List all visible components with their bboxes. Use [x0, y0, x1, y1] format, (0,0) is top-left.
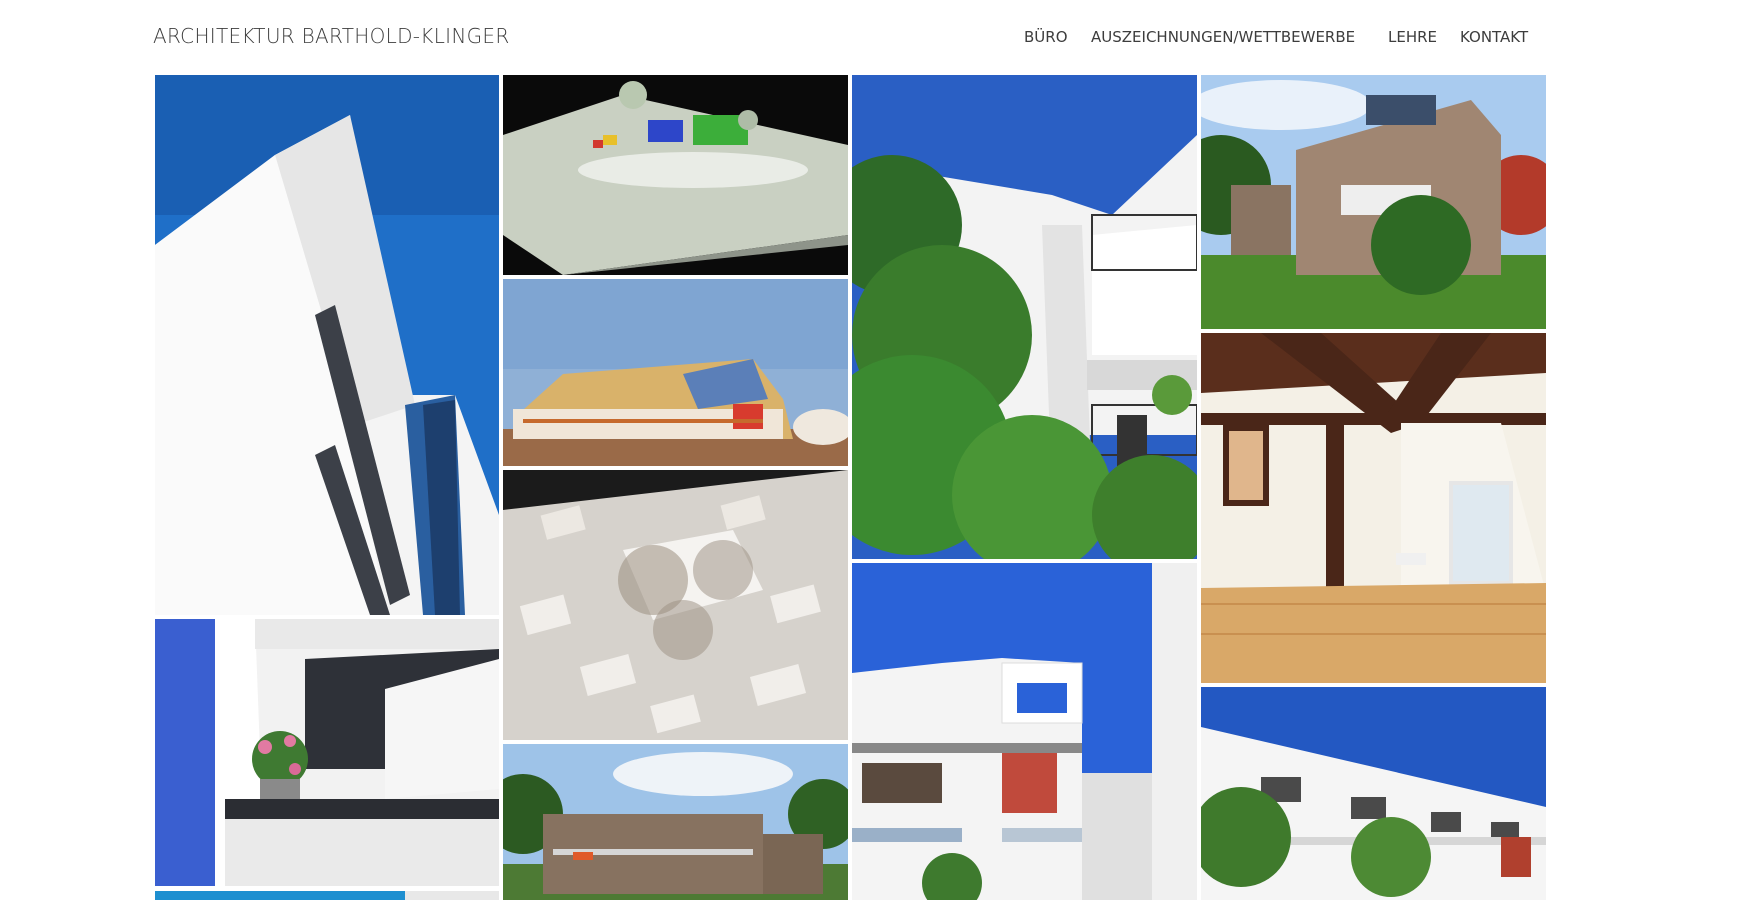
main-nav: BÜRO AUSZEICHNUNGEN/WETTBEWERBE LEHRE KO… — [0, 28, 1750, 52]
timber-interior-photo — [1201, 333, 1546, 683]
kindergarten-photo — [503, 279, 848, 466]
nav-item-kontakt[interactable]: KONTAKT — [1460, 28, 1528, 46]
white-building-photo — [155, 75, 499, 615]
nav-item-buero[interactable]: BÜRO — [1024, 28, 1068, 46]
site-model-photo — [503, 75, 848, 275]
site-header: ARCHITEKTUR BARTHOLD-KLINGER BÜRO AUSZEI… — [0, 0, 1750, 74]
nav-item-lehre[interactable]: LEHRE — [1388, 28, 1437, 46]
balconies-greenery-photo — [852, 75, 1197, 559]
gallery-tile-white-balconies-greenery[interactable] — [852, 75, 1197, 559]
gallery-tile-balcony-flowers[interactable] — [155, 619, 499, 886]
gallery-tile-white-apartments[interactable] — [852, 563, 1197, 900]
gallery-tile-brown-housing[interactable] — [503, 744, 848, 900]
urban-model-photo — [503, 470, 848, 740]
gallery-tile-partial-grey[interactable] — [405, 891, 499, 900]
white-apartments-photo — [852, 563, 1197, 900]
gallery-tile-terraced-housing[interactable] — [1201, 687, 1546, 900]
gallery-tile-timber-frame-interior[interactable] — [1201, 333, 1546, 683]
balcony-photo — [155, 619, 499, 886]
gallery-tile-kindergarten[interactable] — [503, 279, 848, 466]
gallery-tile-urban-model[interactable] — [503, 470, 848, 740]
gallery-tile-site-model-green[interactable] — [503, 75, 848, 275]
brown-housing-photo — [503, 744, 848, 900]
gallery-tile-white-building-angled[interactable] — [155, 75, 499, 615]
terraced-housing-photo — [1201, 687, 1546, 900]
brown-house-photo — [1201, 75, 1546, 329]
gallery-tile-brown-house-solar[interactable] — [1201, 75, 1546, 329]
gallery-tile-partial-blue[interactable] — [155, 891, 405, 900]
nav-item-auszeichnungen-wettbewerbe[interactable]: AUSZEICHNUNGEN/WETTBEWERBE — [1091, 28, 1355, 46]
